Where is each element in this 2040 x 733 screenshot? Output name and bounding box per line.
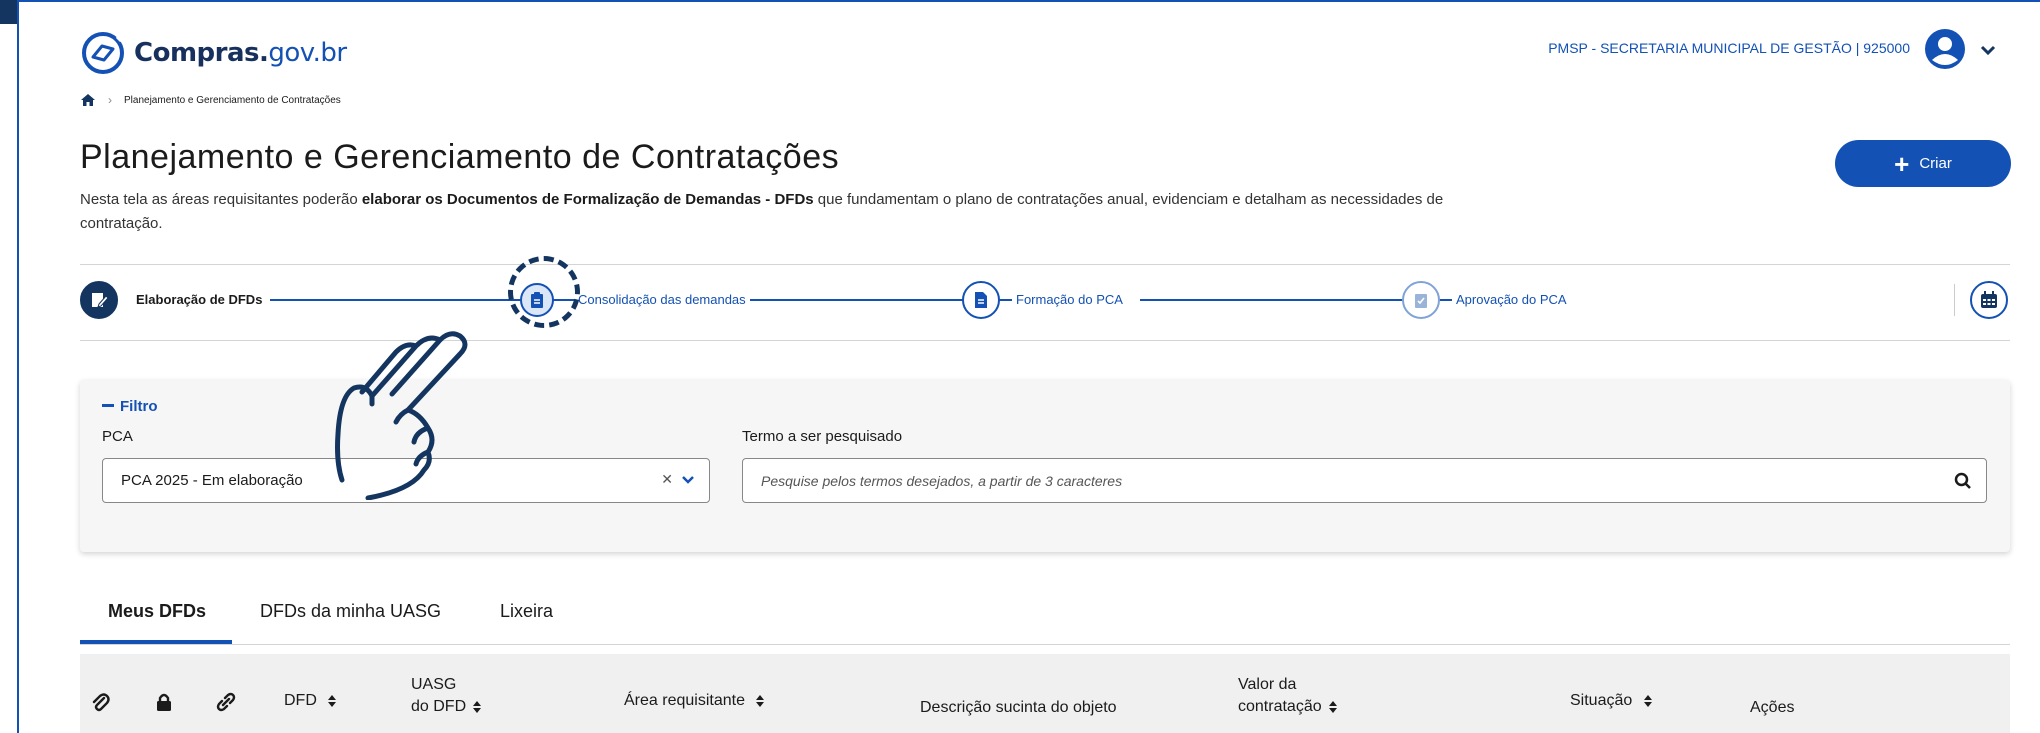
organization-label[interactable]: PMSP - SECRETARIA MUNICIPAL DE GESTÃO | … xyxy=(1548,40,1910,56)
link-icon xyxy=(216,692,236,712)
top-header: Compras.gov.br PMSP - SECRETARIA MUNICIP… xyxy=(80,26,2010,78)
step-elaboracao[interactable] xyxy=(80,281,118,319)
breadcrumb-current: Planejamento e Gerenciamento de Contrata… xyxy=(124,94,341,106)
sort-icon[interactable] xyxy=(472,700,482,714)
sort-icon[interactable] xyxy=(1643,694,1653,708)
column-valor[interactable]: Valor da contratação xyxy=(1238,674,1338,718)
divider xyxy=(1954,284,1955,316)
sort-icon[interactable] xyxy=(1328,700,1338,714)
chevron-down-icon[interactable] xyxy=(1978,40,1998,60)
column-dfd[interactable]: DFD xyxy=(284,690,337,712)
sort-icon[interactable] xyxy=(327,694,337,708)
highlight-ring xyxy=(508,256,580,328)
page-description: Nesta tela as áreas requisitantes poderã… xyxy=(80,191,1444,232)
search-placeholder: Pesquise pelos termos desejados, a parti… xyxy=(761,472,1123,489)
search-icon[interactable] xyxy=(1954,472,1972,490)
tab-lixeira[interactable]: Lixeira xyxy=(500,601,553,622)
pca-label: PCA xyxy=(102,428,133,445)
chevron-down-icon[interactable] xyxy=(681,473,695,487)
checklist-icon xyxy=(1415,294,1427,308)
clear-icon[interactable]: ✕ xyxy=(661,471,673,488)
tab-bar: Meus DFDs DFDs da minha UASG Lixeira xyxy=(80,588,2010,645)
column-situacao[interactable]: Situação xyxy=(1570,690,1653,712)
divider xyxy=(80,264,2010,265)
active-tab-indicator xyxy=(80,640,232,644)
process-stepper: Elaboração de DFDs Consolidação das dema… xyxy=(80,278,2010,322)
breadcrumb: › Planejamento e Gerenciamento de Contra… xyxy=(80,93,341,107)
sort-icon[interactable] xyxy=(755,694,765,708)
filter-toggle[interactable]: Filtro xyxy=(102,398,158,415)
column-area-requisitante[interactable]: Área requisitante xyxy=(624,690,765,712)
lock-icon xyxy=(157,693,171,711)
step-aprovacao[interactable] xyxy=(1402,281,1440,319)
calendar-button[interactable] xyxy=(1970,281,2008,319)
table-header: DFD UASG do DFD Área requisitante Descri… xyxy=(80,654,2010,733)
compras-logo[interactable]: Compras.gov.br xyxy=(80,30,347,76)
minus-icon xyxy=(102,403,114,407)
file-icon xyxy=(975,292,987,308)
calendar-icon xyxy=(1981,291,1997,308)
page-title: Planejamento e Gerenciamento de Contrata… xyxy=(80,138,840,176)
tab-dfds-uasg[interactable]: DFDs da minha UASG xyxy=(260,601,441,622)
column-uasg[interactable]: UASG do DFD xyxy=(411,674,482,718)
step-label-aprovacao[interactable]: Aprovação do PCA xyxy=(1452,292,1571,307)
tab-meus-dfds[interactable]: Meus DFDs xyxy=(108,601,206,622)
plus-icon: + xyxy=(1894,148,1910,179)
edit-document-icon xyxy=(92,293,109,308)
home-icon[interactable] xyxy=(80,93,96,107)
compras-logo-icon xyxy=(82,31,126,74)
step-label-formacao[interactable]: Formação do PCA xyxy=(1012,292,1127,307)
search-input[interactable]: Pesquise pelos termos desejados, a parti… xyxy=(742,458,1987,503)
column-acoes: Ações xyxy=(1750,699,1795,716)
step-label-elaboracao[interactable]: Elaboração de DFDs xyxy=(132,292,267,307)
user-avatar-icon[interactable] xyxy=(1924,28,1966,70)
step-formacao[interactable] xyxy=(962,281,1000,319)
paperclip-icon xyxy=(92,693,110,712)
pca-select-value: PCA 2025 - Em elaboração xyxy=(121,472,303,489)
create-button-label: Criar xyxy=(1919,155,1952,172)
step-label-consolidacao[interactable]: Consolidação das demandas xyxy=(574,292,750,307)
create-button[interactable]: + Criar xyxy=(1835,140,2011,187)
pointing-hand-icon xyxy=(335,331,468,500)
logo-text: Compras.gov.br xyxy=(134,38,347,68)
column-descricao: Descrição sucinta do objeto xyxy=(920,699,1117,716)
search-label: Termo a ser pesquisado xyxy=(742,428,903,445)
chevron-right-icon: › xyxy=(108,93,112,107)
